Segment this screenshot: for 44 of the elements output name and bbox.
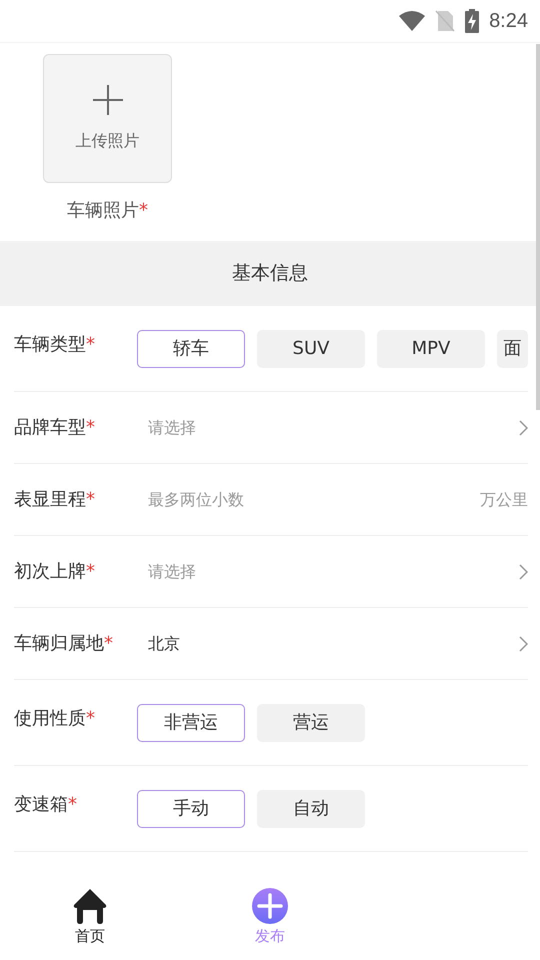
field-label: 初次上牌: [14, 560, 86, 584]
option-chip[interactable]: MPV: [377, 330, 485, 368]
field-label: 品牌车型: [14, 416, 86, 440]
field-label: 车辆归属地: [14, 632, 104, 656]
mileage-input[interactable]: 最多两位小数: [148, 488, 480, 512]
photo-caption: 车辆照片: [67, 199, 139, 223]
field-label: 变速箱: [14, 793, 68, 817]
required-mark: *: [86, 707, 95, 731]
required-mark: *: [86, 333, 95, 357]
status-time: 8:24: [489, 9, 528, 34]
field-value: 北京: [148, 632, 181, 654]
required-mark: *: [86, 560, 95, 584]
chevron-right-icon: [518, 564, 528, 580]
plus-icon: [92, 84, 122, 114]
battery-charging-icon: [465, 9, 480, 33]
option-chip[interactable]: 非营运: [137, 704, 245, 742]
unit-label: 万公里: [480, 488, 528, 510]
required-mark: *: [68, 793, 77, 817]
option-chip[interactable]: SUV: [257, 330, 365, 368]
nav-tab[interactable]: 首页: [0, 884, 180, 960]
home-icon: [73, 888, 107, 924]
select-field[interactable]: 车辆归属地* 北京: [14, 608, 528, 680]
option-chip[interactable]: 轿车: [137, 330, 245, 368]
option-chip[interactable]: 自动: [257, 790, 365, 828]
field-label: 车辆类型: [14, 333, 86, 357]
field-placeholder: 请选择: [148, 560, 197, 582]
chevron-right-icon: [518, 636, 528, 652]
option-chip[interactable]: 手动: [137, 790, 245, 828]
required-mark: *: [86, 416, 95, 440]
chevron-right-icon: [518, 420, 528, 436]
field-label: 使用性质: [14, 707, 86, 731]
select-field[interactable]: 品牌车型* 请选择: [14, 392, 528, 464]
required-mark: *: [139, 199, 148, 223]
field-placeholder: 请选择: [148, 416, 197, 438]
upload-photo-button[interactable]: 上传照片: [43, 54, 172, 183]
select-field[interactable]: 初次上牌* 请选择: [14, 536, 528, 608]
wifi-icon: [399, 11, 426, 31]
required-mark: *: [104, 632, 113, 656]
field-label: 表显里程: [14, 488, 86, 512]
add-icon: [252, 888, 288, 924]
no-sim-icon: [435, 10, 456, 32]
option-chip[interactable]: 面: [497, 330, 528, 368]
required-mark: *: [86, 488, 95, 512]
option-chip[interactable]: 营运: [257, 704, 365, 742]
